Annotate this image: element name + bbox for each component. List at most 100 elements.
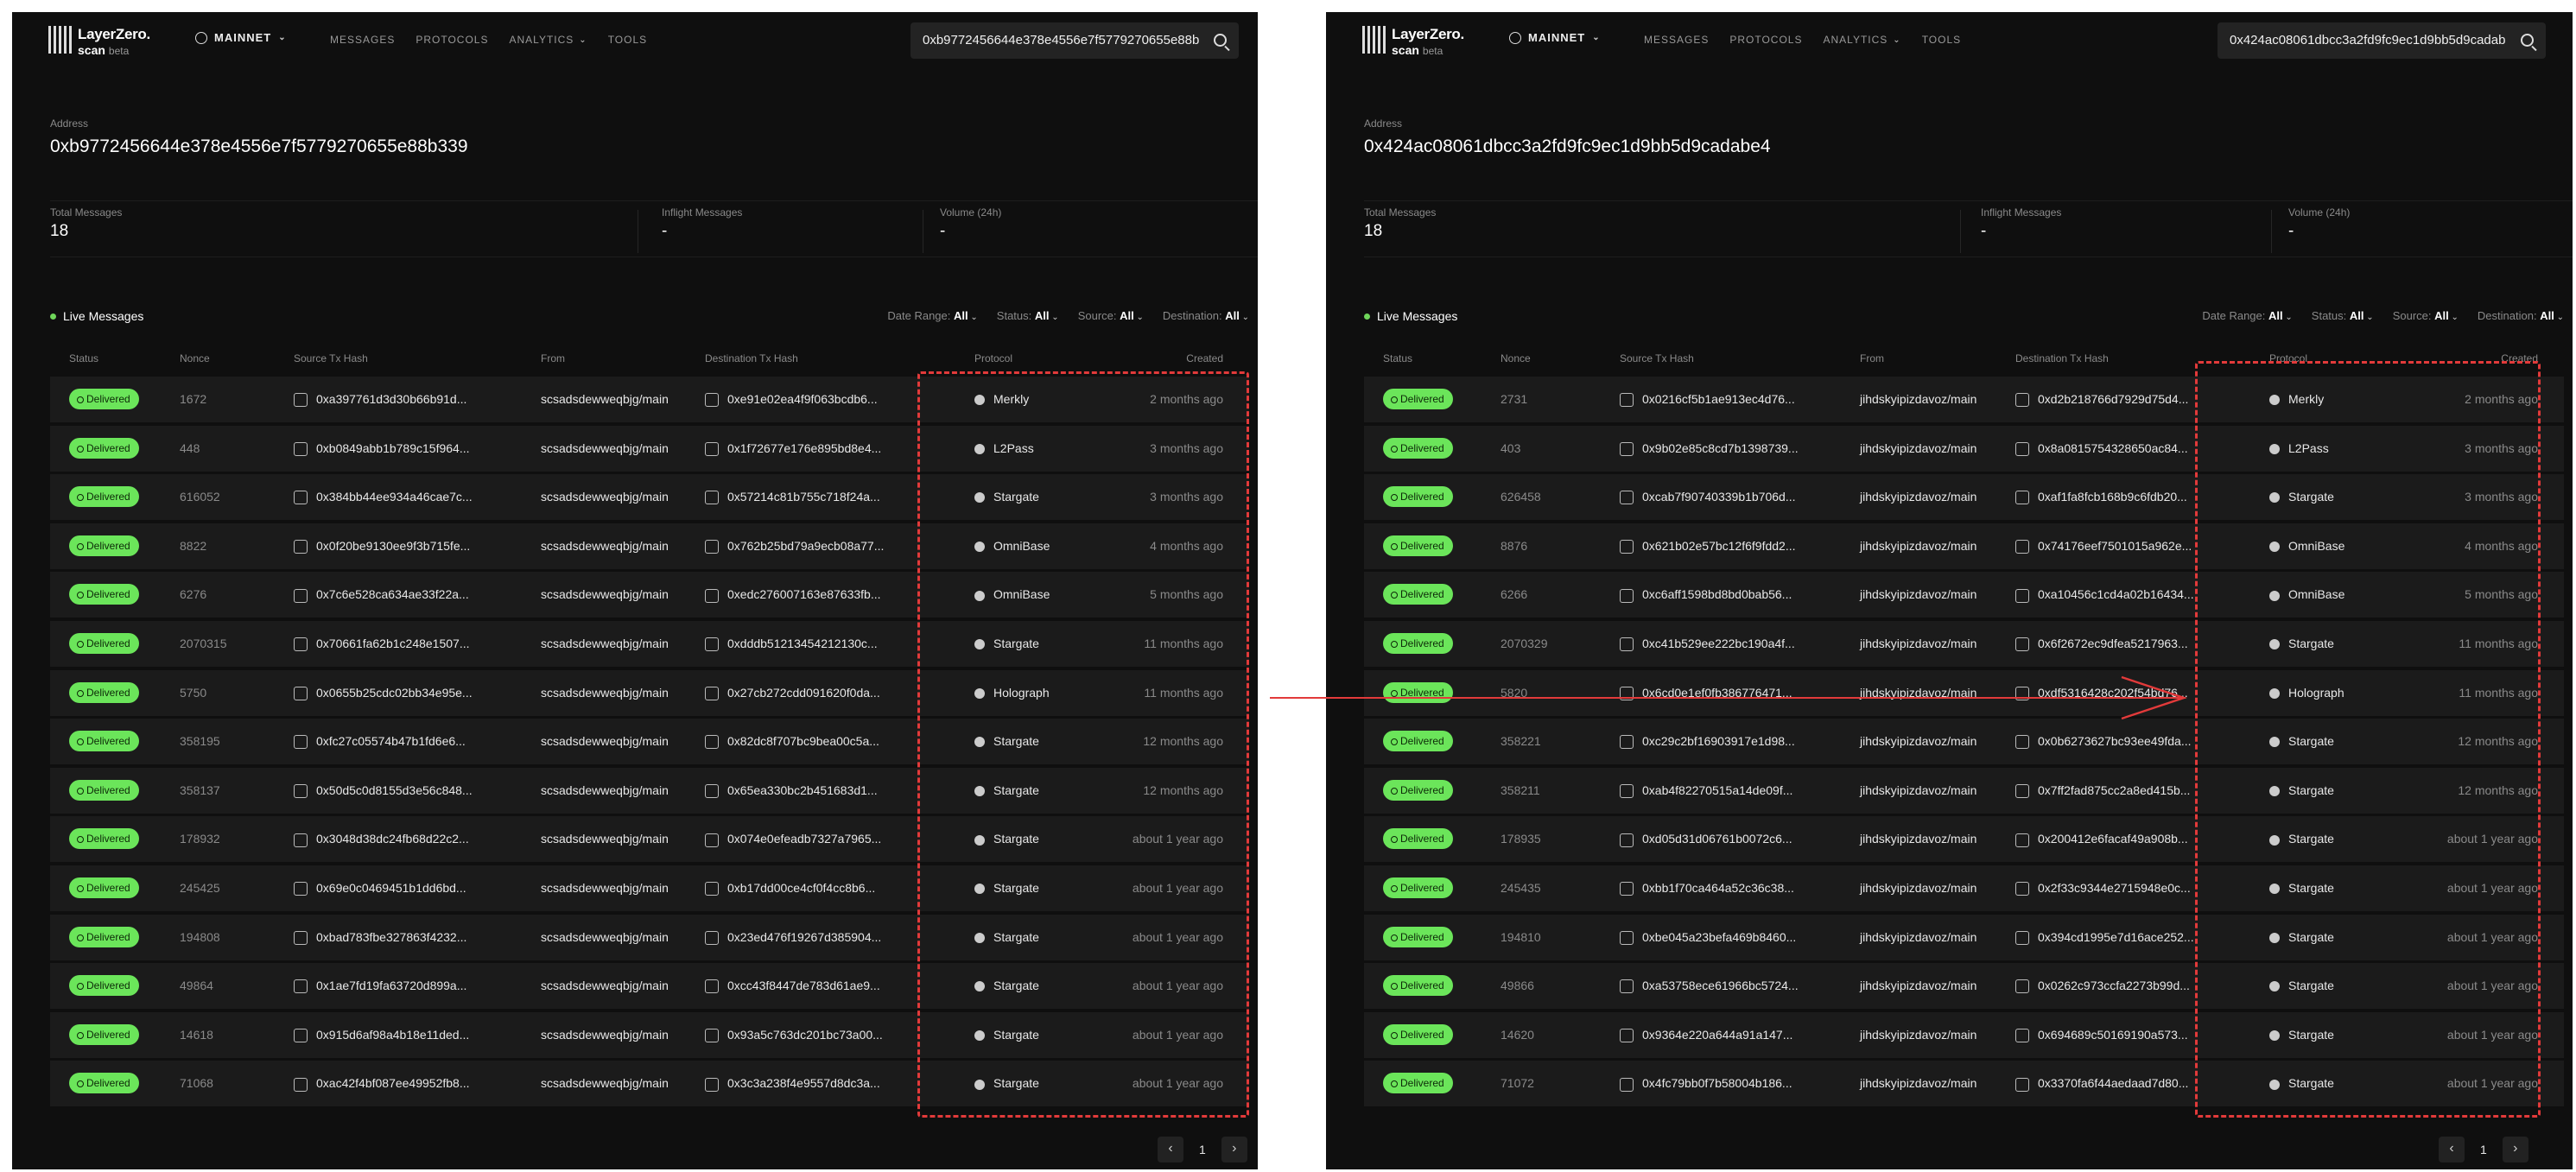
source-tx-hash[interactable]: 0x70661fa62b1c248e1507... (294, 637, 470, 652)
source-tx-hash[interactable]: 0x69e0c0469451b1dd6bd... (294, 881, 466, 896)
source-tx-hash[interactable]: 0x621b02e57bc12f6f9fdd2... (1620, 539, 1796, 554)
filter-source[interactable]: Source: All ⌄ (1078, 309, 1144, 322)
source-tx-hash[interactable]: 0x0655b25cdc02bb34e95e... (294, 686, 473, 700)
source-tx-hash[interactable]: 0x3048d38dc24fb68d22c2... (294, 832, 469, 847)
from-cell[interactable]: scsadsdewweqbjg/main (541, 637, 669, 650)
source-tx-hash[interactable]: 0xc29c2bf16903917e1d98... (1620, 734, 1795, 750)
filter-daterange[interactable]: Date Range: All ⌄ (887, 309, 977, 322)
from-cell[interactable]: scsadsdewweqbjg/main (541, 783, 669, 797)
from-cell[interactable]: scsadsdewweqbjg/main (541, 881, 669, 895)
nav-item-messages[interactable]: MESSAGES (1644, 34, 1709, 46)
source-tx-hash[interactable]: 0xbb1f70ca464a52c36c38... (1620, 881, 1794, 896)
filter-source[interactable]: Source: All ⌄ (2393, 309, 2459, 322)
from-cell[interactable]: scsadsdewweqbjg/main (541, 734, 669, 748)
from-cell[interactable]: jihdskyipizdavoz/main (1860, 979, 1976, 992)
destination-tx-hash[interactable]: 0x57214c81b755c718f24a... (705, 490, 880, 505)
source-tx-hash[interactable]: 0xbe045a23befa469b8460... (1620, 930, 1796, 945)
from-cell[interactable]: scsadsdewweqbjg/main (541, 832, 669, 846)
destination-tx-hash[interactable]: 0xe91e02ea4f9f063bcdb6... (705, 392, 878, 408)
nav-item-analytics[interactable]: ANALYTICS ⌄ (510, 34, 587, 46)
source-tx-hash[interactable]: 0xfc27c05574b47b1fd6e6... (294, 734, 466, 750)
destination-tx-hash[interactable]: 0x82dc8f707bc9bea00c5a... (705, 734, 879, 750)
from-cell[interactable]: scsadsdewweqbjg/main (541, 1028, 669, 1042)
destination-tx-hash[interactable]: 0x23ed476f19267d385904... (705, 930, 881, 945)
destination-tx-hash[interactable]: 0xb17dd00ce4cf0f4cc8b6... (705, 881, 875, 896)
logo[interactable]: LayerZero. scan beta (1362, 24, 1475, 59)
destination-tx-hash[interactable]: 0x1f72677e176e895bd8e4... (705, 441, 881, 456)
destination-tx-hash[interactable]: 0x394cd1995e7d16ace252... (2015, 930, 2194, 945)
from-cell[interactable]: jihdskyipizdavoz/main (1860, 539, 1976, 553)
nav-item-analytics[interactable]: ANALYTICS ⌄ (1824, 34, 1901, 46)
network-selector[interactable]: MAINNET ⌄ (1509, 31, 1601, 44)
from-cell[interactable]: scsadsdewweqbjg/main (541, 930, 669, 944)
search-input[interactable]: 0xb9772456644e378e4556e7f5779270655e88b (910, 22, 1239, 59)
destination-tx-hash[interactable]: 0x65ea330bc2b451683d1... (705, 783, 878, 799)
next-page-button[interactable]: › (1221, 1137, 1247, 1162)
from-cell[interactable]: scsadsdewweqbjg/main (541, 490, 669, 504)
logo[interactable]: LayerZero. scan beta (48, 24, 161, 59)
destination-tx-hash[interactable]: 0xa10456c1cd4a02b16434... (2015, 587, 2194, 603)
source-tx-hash[interactable]: 0x50d5c0d8155d3e56c848... (294, 783, 473, 799)
source-tx-hash[interactable]: 0x9b02e85c8cd7b1398739... (1620, 441, 1799, 456)
source-tx-hash[interactable]: 0xa397761d3d30b66b91d... (294, 392, 466, 408)
search-icon[interactable] (2521, 34, 2534, 47)
source-tx-hash[interactable]: 0xb0849abb1b789c15f964... (294, 441, 470, 456)
network-selector[interactable]: MAINNET ⌄ (195, 31, 287, 44)
source-tx-hash[interactable]: 0x0216cf5b1ae913ec4d76... (1620, 392, 1795, 408)
destination-tx-hash[interactable]: 0xedc276007163e87633fb... (705, 587, 881, 603)
destination-tx-hash[interactable]: 0xaf1fa8fcb168b9c6fdb20... (2015, 490, 2187, 505)
nav-item-protocols[interactable]: PROTOCOLS (416, 34, 488, 46)
nav-item-messages[interactable]: MESSAGES (330, 34, 395, 46)
destination-tx-hash[interactable]: 0x0262c973ccfa2273b99d... (2015, 979, 2190, 994)
from-cell[interactable]: jihdskyipizdavoz/main (1860, 490, 1976, 504)
destination-tx-hash[interactable]: 0x3c3a238f4e9557d8dc3a... (705, 1076, 880, 1092)
from-cell[interactable]: scsadsdewweqbjg/main (541, 392, 669, 406)
filter-status[interactable]: Status: All ⌄ (2312, 309, 2374, 322)
filter-daterange[interactable]: Date Range: All ⌄ (2202, 309, 2292, 322)
from-cell[interactable]: jihdskyipizdavoz/main (1860, 1028, 1976, 1042)
from-cell[interactable]: scsadsdewweqbjg/main (541, 587, 669, 601)
destination-tx-hash[interactable]: 0x694689c50169190a573... (2015, 1028, 2188, 1043)
source-tx-hash[interactable]: 0x0f20be9130ee9f3b715fe... (294, 539, 470, 554)
filter-destination[interactable]: Destination: All ⌄ (1163, 309, 1249, 322)
from-cell[interactable]: jihdskyipizdavoz/main (1860, 930, 1976, 944)
source-tx-hash[interactable]: 0x1ae7fd19fa63720d899a... (294, 979, 466, 994)
from-cell[interactable]: scsadsdewweqbjg/main (541, 1076, 669, 1090)
destination-tx-hash[interactable]: 0x74176eef7501015a962e... (2015, 539, 2192, 554)
source-tx-hash[interactable]: 0xab4f82270515a14de09f... (1620, 783, 1792, 799)
source-tx-hash[interactable]: 0xd05d31d06761b0072c6... (1620, 832, 1792, 847)
prev-page-button[interactable]: ‹ (1158, 1137, 1183, 1162)
destination-tx-hash[interactable]: 0x762b25bd79a9ecb08a77... (705, 539, 884, 554)
from-cell[interactable]: scsadsdewweqbjg/main (541, 979, 669, 992)
from-cell[interactable]: jihdskyipizdavoz/main (1860, 587, 1976, 601)
source-tx-hash[interactable]: 0xac42f4bf087ee49952fb8... (294, 1076, 470, 1092)
from-cell[interactable]: jihdskyipizdavoz/main (1860, 734, 1976, 748)
destination-tx-hash[interactable]: 0xcc43f8447de783d61ae9... (705, 979, 880, 994)
destination-tx-hash[interactable]: 0xdddb51213454212130c... (705, 637, 878, 652)
filter-status[interactable]: Status: All ⌄ (997, 309, 1059, 322)
destination-tx-hash[interactable]: 0x2f33c9344e2715948e0c... (2015, 881, 2191, 896)
destination-tx-hash[interactable]: 0x6f2672ec9dfea5217963... (2015, 637, 2188, 652)
source-tx-hash[interactable]: 0x384bb44ee934a46cae7c... (294, 490, 473, 505)
from-cell[interactable]: scsadsdewweqbjg/main (541, 686, 669, 700)
destination-tx-hash[interactable]: 0x200412e6facaf49a908b... (2015, 832, 2188, 847)
filter-destination[interactable]: Destination: All ⌄ (2478, 309, 2564, 322)
destination-tx-hash[interactable]: 0x074e0efeadb7327a7965... (705, 832, 881, 847)
source-tx-hash[interactable]: 0x4fc79bb0f7b58004b186... (1620, 1076, 1792, 1092)
destination-tx-hash[interactable]: 0x3370fa6f44aedaad7d80... (2015, 1076, 2188, 1092)
nav-item-tools[interactable]: TOOLS (1922, 34, 1961, 46)
from-cell[interactable]: jihdskyipizdavoz/main (1860, 1076, 1976, 1090)
source-tx-hash[interactable]: 0xcab7f90740339b1b706d... (1620, 490, 1796, 505)
from-cell[interactable]: scsadsdewweqbjg/main (541, 441, 669, 455)
source-tx-hash[interactable]: 0xbad783fbe327863f4232... (294, 930, 466, 945)
source-tx-hash[interactable]: 0x7c6e528ca634ae33f22a... (294, 587, 469, 603)
destination-tx-hash[interactable]: 0xd2b218766d7929d75d4... (2015, 392, 2188, 408)
next-page-button[interactable]: › (2502, 1137, 2528, 1162)
nav-item-tools[interactable]: TOOLS (608, 34, 647, 46)
destination-tx-hash[interactable]: 0x7ff2fad875cc2a8ed415b... (2015, 783, 2190, 799)
search-input[interactable]: 0x424ac08061dbcc3a2fd9fc9ec1d9bb5d9cadab (2218, 22, 2546, 59)
destination-tx-hash[interactable]: 0x0b6273627bc93ee49fda... (2015, 734, 2192, 750)
from-cell[interactable]: scsadsdewweqbjg/main (541, 539, 669, 553)
from-cell[interactable]: jihdskyipizdavoz/main (1860, 441, 1976, 455)
source-tx-hash[interactable]: 0x915d6af98a4b18e11ded... (294, 1028, 469, 1043)
